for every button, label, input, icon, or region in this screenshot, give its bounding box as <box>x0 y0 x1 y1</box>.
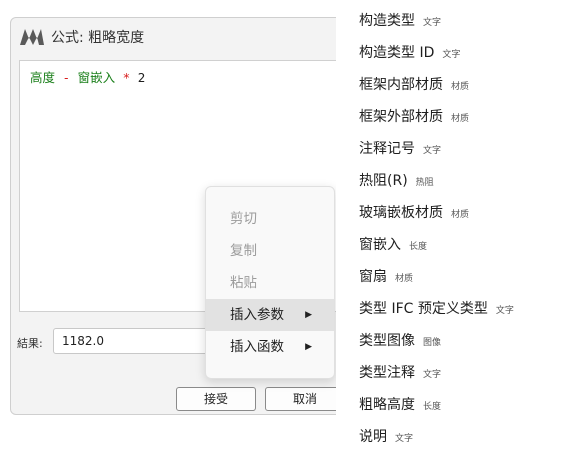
parameter-type: 文字 <box>442 50 461 60</box>
parameter-submenu: 构造类型 文字 构造类型 ID 文字 框架内部材质 材质 框架外部材质 材质 注释记号文… <box>336 0 566 455</box>
parameter-item[interactable]: 类型 IFC 预定义类型 文字 <box>359 298 514 318</box>
parameter-item[interactable]: 框架内部材质 材质 <box>359 74 469 94</box>
parameter-name: 类型图像 <box>359 333 415 349</box>
parameter-item[interactable]: 构造类型 ID 文字 <box>359 42 460 62</box>
context-menu: 剪切 复制 粘贴 插入参数 ▶ 插入函数 ▶ <box>205 186 335 379</box>
parameter-item[interactable]: 窗扇 材质 <box>359 266 413 286</box>
menu-item-label: 插入函数 <box>230 339 284 355</box>
parameter-item[interactable]: 注释记号 文字 <box>359 138 441 158</box>
accept-button[interactable]: 接受 <box>176 387 256 411</box>
formula-token: * <box>122 70 131 85</box>
dialog-titlebar: 公式: 粗略宽度 <box>11 18 349 54</box>
parameter-name: 粗略高度 <box>359 397 415 413</box>
parameter-item[interactable]: 玻璃嵌板材质 材质 <box>359 202 469 222</box>
parameter-item[interactable]: 框架外部材质 材质 <box>359 106 469 126</box>
parameter-type: 长度 <box>409 242 428 252</box>
parameter-item[interactable]: 说明 文字 <box>359 426 413 446</box>
parameter-name: 构造类型 <box>359 13 415 29</box>
result-field: 1182.0 <box>53 328 223 354</box>
parameter-type: 文字 <box>423 18 442 28</box>
parameter-type: 文字 <box>395 434 414 444</box>
parameter-type: 材质 <box>451 114 470 124</box>
menu-item-label: 插入参数 <box>230 307 284 323</box>
parameter-name: 类型 IFC 预定义类型 <box>359 301 488 317</box>
menu-item-copy[interactable]: 复制 <box>206 235 334 267</box>
parameter-name: 类型注释 <box>359 365 415 381</box>
parameter-item[interactable]: 类型图像 图像 <box>359 330 441 350</box>
parameter-type: 热阻 <box>415 178 434 188</box>
parameter-type: 材质 <box>395 274 414 284</box>
parameter-item[interactable]: 类型注释 文字 <box>359 362 441 382</box>
dialog-title: 公式: 粗略宽度 <box>51 30 145 46</box>
parameter-item[interactable]: 构造类型 文字 <box>359 10 441 30</box>
parameter-type: 文字 <box>495 306 514 316</box>
parameter-name: 窗扇 <box>359 269 387 285</box>
chevron-right-icon: ▶ <box>305 342 312 352</box>
formula-token: 高度 <box>30 70 56 85</box>
menu-item-cut[interactable]: 剪切 <box>206 203 334 235</box>
formula-token: 窗嵌入 <box>77 70 116 85</box>
formula-token: 2 <box>137 70 146 85</box>
parameter-name: 框架外部材质 <box>359 109 443 125</box>
parameter-item[interactable]: 窗嵌入 长度 <box>359 234 427 254</box>
menu-item-insert-function[interactable]: 插入函数 ▶ <box>206 331 334 363</box>
parameter-type: 材质 <box>451 210 470 220</box>
parameter-type: 文字 <box>423 146 442 156</box>
parameter-type: 长度 <box>423 402 442 412</box>
result-label: 結果: <box>17 337 43 350</box>
parameter-type: 图像 <box>423 338 442 348</box>
parameter-item[interactable]: 热阻(R) 热阻 <box>359 170 434 190</box>
app-logo-icon <box>20 29 44 45</box>
parameter-type: 材质 <box>451 82 470 92</box>
parameter-type: 文字 <box>423 370 442 380</box>
menu-item-paste[interactable]: 粘贴 <box>206 267 334 299</box>
parameter-name: 窗嵌入 <box>359 237 401 253</box>
parameter-name: 注释记号 <box>359 141 415 157</box>
chevron-right-icon: ▶ <box>305 310 312 320</box>
cancel-button[interactable]: 取消 <box>265 387 345 411</box>
parameter-name: 热阻(R) <box>359 173 408 189</box>
menu-item-insert-parameter[interactable]: 插入参数 ▶ <box>206 299 334 331</box>
parameter-name: 构造类型 ID <box>359 45 435 61</box>
formula-token: - <box>62 70 71 85</box>
parameter-name: 框架内部材质 <box>359 77 443 93</box>
parameter-name: 玻璃嵌板材质 <box>359 205 443 221</box>
parameter-item[interactable]: 粗略高度 长度 <box>359 394 441 414</box>
parameter-name: 说明 <box>359 429 387 445</box>
